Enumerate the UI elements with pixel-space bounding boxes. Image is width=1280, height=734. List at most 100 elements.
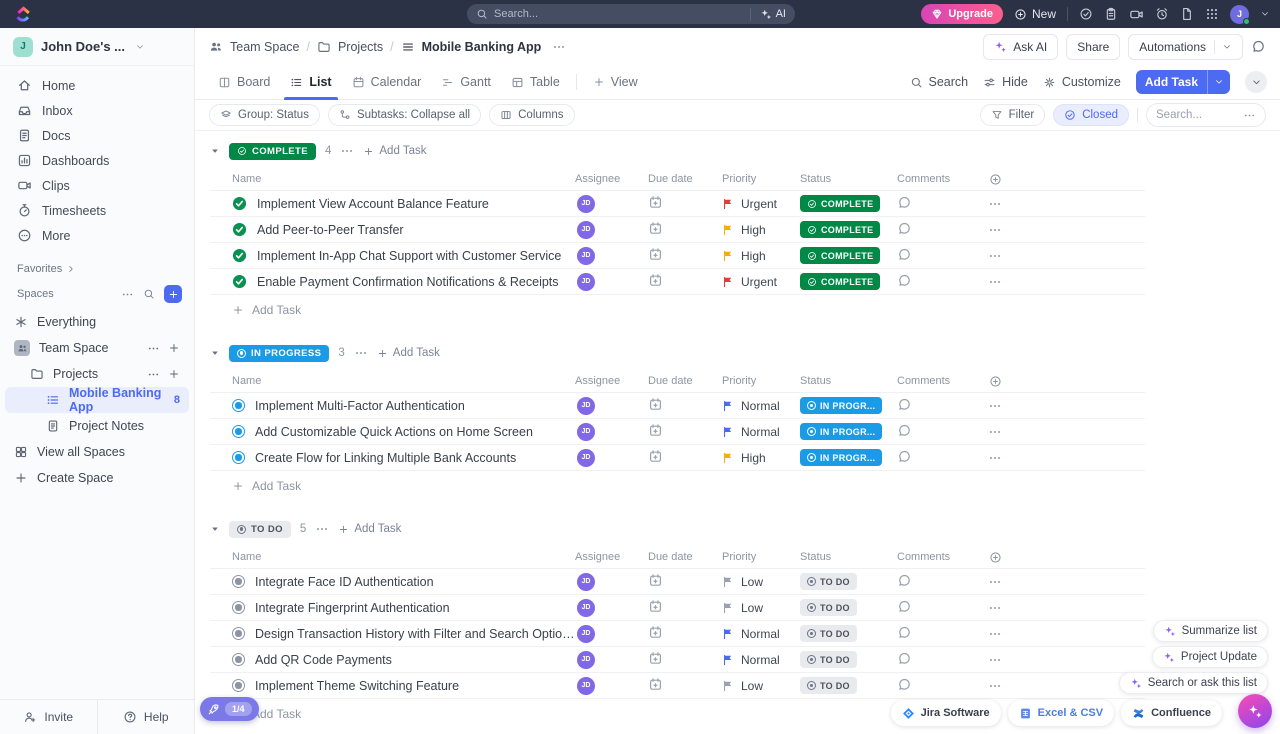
- column-header-status[interactable]: Status: [800, 551, 897, 563]
- group-add-task-button[interactable]: Add Task: [338, 523, 401, 535]
- sidebar-item-clips[interactable]: Clips: [8, 173, 186, 198]
- new-button[interactable]: New: [1014, 7, 1056, 21]
- priority-flag-icon[interactable]: [722, 224, 734, 236]
- task-row[interactable]: Create Flow for Linking Multiple Bank Ac…: [210, 445, 1145, 471]
- task-status-icon[interactable]: [232, 679, 245, 692]
- chat-bubble-icon[interactable]: [1251, 39, 1266, 54]
- view-search-button[interactable]: Search: [910, 75, 969, 89]
- tab-board[interactable]: Board: [208, 65, 280, 99]
- status-pill[interactable]: IN PROGR...: [800, 449, 882, 466]
- task-status-icon[interactable]: [232, 248, 247, 263]
- ask-ai-button[interactable]: Ask AI: [983, 34, 1058, 60]
- task-status-icon[interactable]: [232, 196, 247, 211]
- status-pill[interactable]: TO DO: [800, 625, 857, 642]
- subtasks-button[interactable]: Subtasks: Collapse all: [328, 104, 481, 126]
- task-row[interactable]: Implement In-App Chat Support with Custo…: [210, 243, 1145, 269]
- breadcrumb-menu-icon[interactable]: [552, 40, 566, 54]
- sidebar-item-timesheets[interactable]: Timesheets: [8, 198, 186, 223]
- task-name[interactable]: Enable Payment Confirmation Notification…: [257, 275, 559, 289]
- collapse-toolbar-button[interactable]: [1245, 71, 1267, 93]
- assignee-avatar[interactable]: JD: [577, 651, 595, 669]
- task-status-icon[interactable]: [232, 653, 245, 666]
- clip-record-icon[interactable]: [1129, 7, 1144, 22]
- task-status-icon[interactable]: [232, 451, 245, 464]
- add-column-icon[interactable]: [989, 551, 1002, 564]
- due-date-icon[interactable]: [648, 247, 663, 262]
- task-name[interactable]: Integrate Face ID Authentication: [255, 575, 434, 589]
- sidebar-item-dashboards[interactable]: Dashboards: [8, 148, 186, 173]
- priority-flag-icon[interactable]: [722, 276, 734, 288]
- confluence-button[interactable]: Confluence: [1121, 700, 1222, 726]
- assignee-avatar[interactable]: JD: [577, 625, 595, 643]
- sidebar-item-inbox[interactable]: Inbox: [8, 98, 186, 123]
- add-task-row[interactable]: Add Task: [210, 295, 1145, 325]
- add-task-button[interactable]: Add Task: [1136, 70, 1230, 94]
- hide-button[interactable]: Hide: [983, 75, 1028, 89]
- closed-toggle[interactable]: Closed: [1053, 104, 1129, 126]
- column-header-due-date[interactable]: Due date: [648, 173, 722, 185]
- due-date-icon[interactable]: [648, 449, 663, 464]
- add-column-icon[interactable]: [989, 173, 1002, 186]
- task-row[interactable]: Implement View Account Balance Feature J…: [210, 191, 1145, 217]
- comment-icon[interactable]: [897, 273, 912, 288]
- task-row[interactable]: Design Transaction History with Filter a…: [210, 621, 1145, 647]
- list-search-field[interactable]: [1146, 103, 1266, 127]
- folder-add-icon[interactable]: [168, 368, 180, 380]
- group-collapse-icon[interactable]: [210, 524, 220, 534]
- column-header-assignee[interactable]: Assignee: [575, 551, 648, 563]
- column-header-name[interactable]: Name: [210, 173, 575, 185]
- assignee-avatar[interactable]: JD: [577, 449, 595, 467]
- space-menu-icon[interactable]: [147, 342, 160, 355]
- task-name[interactable]: Implement Multi-Factor Authentication: [255, 399, 465, 413]
- group-menu-icon[interactable]: [315, 522, 329, 536]
- due-date-icon[interactable]: [648, 599, 663, 614]
- status-pill[interactable]: COMPLETE: [800, 247, 880, 264]
- sidebar-item-mobile-banking-app[interactable]: Mobile Banking App 8: [5, 387, 189, 413]
- task-row[interactable]: Add QR Code Payments JD Normal TO DO: [210, 647, 1145, 673]
- topbar-ai-button[interactable]: AI: [750, 8, 786, 21]
- task-name[interactable]: Integrate Fingerprint Authentication: [255, 601, 450, 615]
- customize-button[interactable]: Customize: [1043, 75, 1121, 89]
- row-menu-icon[interactable]: [988, 197, 1002, 211]
- space-add-icon[interactable]: [168, 342, 180, 354]
- assignee-avatar[interactable]: JD: [577, 599, 595, 617]
- task-name[interactable]: Add QR Code Payments: [255, 653, 392, 667]
- row-menu-icon[interactable]: [988, 425, 1002, 439]
- row-menu-icon[interactable]: [988, 627, 1002, 641]
- task-status-icon[interactable]: [232, 222, 247, 237]
- global-search-input[interactable]: [494, 8, 744, 20]
- workspace-switcher[interactable]: J John Doe's ...: [0, 28, 194, 66]
- row-menu-icon[interactable]: [988, 601, 1002, 615]
- task-row[interactable]: Integrate Fingerprint Authentication JD …: [210, 595, 1145, 621]
- comment-icon[interactable]: [897, 247, 912, 262]
- group-add-task-button[interactable]: Add Task: [377, 347, 440, 359]
- priority-flag-icon[interactable]: [722, 426, 734, 438]
- add-task-row[interactable]: Add Task: [210, 471, 1145, 501]
- excel-csv-button[interactable]: Excel & CSV: [1008, 700, 1114, 726]
- global-search-bar[interactable]: AI: [467, 4, 795, 24]
- column-header-assignee[interactable]: Assignee: [575, 173, 648, 185]
- spaces-menu-icon[interactable]: [121, 288, 134, 301]
- comment-icon[interactable]: [897, 221, 912, 236]
- priority-flag-icon[interactable]: [722, 250, 734, 262]
- tab-calendar[interactable]: Calendar: [342, 65, 432, 99]
- comment-icon[interactable]: [897, 397, 912, 412]
- group-status-badge[interactable]: COMPLETE: [229, 143, 316, 160]
- add-column-icon[interactable]: [989, 375, 1002, 388]
- status-pill[interactable]: COMPLETE: [800, 195, 880, 212]
- folder-menu-icon[interactable]: [147, 368, 160, 381]
- help-button[interactable]: Help: [97, 700, 195, 734]
- add-space-button[interactable]: [164, 285, 182, 303]
- due-date-icon[interactable]: [648, 651, 663, 666]
- breadcrumb-folder[interactable]: Projects: [338, 40, 383, 54]
- column-header-name[interactable]: Name: [210, 551, 575, 563]
- list-search-input[interactable]: [1156, 109, 1239, 121]
- task-status-icon[interactable]: [232, 425, 245, 438]
- priority-flag-icon[interactable]: [722, 400, 734, 412]
- task-name[interactable]: Implement View Account Balance Feature: [257, 197, 489, 211]
- status-pill[interactable]: TO DO: [800, 651, 857, 668]
- column-header-comments[interactable]: Comments: [897, 551, 980, 563]
- status-pill[interactable]: COMPLETE: [800, 273, 880, 290]
- task-row[interactable]: Integrate Face ID Authentication JD Low …: [210, 569, 1145, 595]
- column-header-status[interactable]: Status: [800, 173, 897, 185]
